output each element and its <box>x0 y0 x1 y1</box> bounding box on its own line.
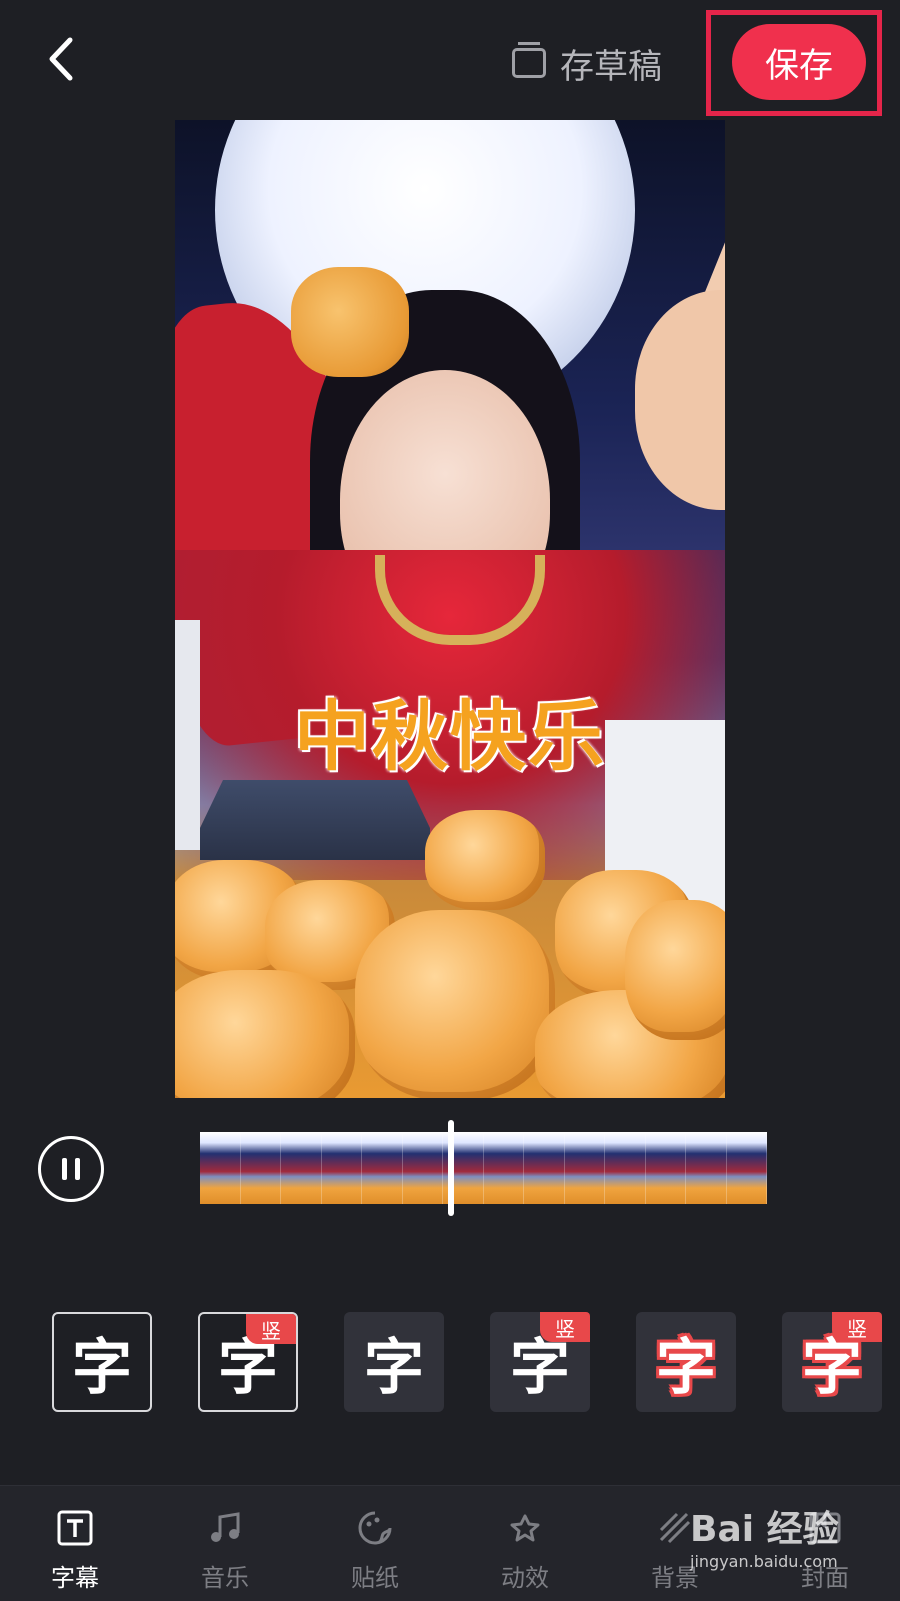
timeline-frame <box>564 1132 605 1204</box>
background-icon <box>655 1508 695 1548</box>
pause-icon <box>62 1158 80 1180</box>
music-icon <box>205 1508 245 1548</box>
timeline-frame <box>726 1132 767 1204</box>
text-style-option-vertical[interactable]: 字 竖 <box>782 1312 882 1412</box>
timeline-frame <box>362 1132 403 1204</box>
timeline-frame <box>524 1132 565 1204</box>
playhead-handle[interactable] <box>448 1120 454 1216</box>
vertical-badge: 竖 <box>540 1312 590 1342</box>
timeline-strip[interactable] <box>200 1132 768 1204</box>
text-style-option[interactable]: 字 <box>636 1312 736 1412</box>
timeline-frame <box>645 1132 686 1204</box>
vertical-badge: 竖 <box>832 1312 882 1342</box>
save-button[interactable]: 保存 <box>732 24 866 100</box>
timeline-frame <box>281 1132 322 1204</box>
text-style-option[interactable]: 字 <box>52 1312 152 1412</box>
timeline-frame <box>605 1132 646 1204</box>
tab-label: 动效 <box>501 1564 549 1592</box>
top-bar: 存草稿 保存 <box>0 0 900 120</box>
chevron-left-icon <box>49 37 73 81</box>
watermark-brand: Bai 经验 <box>690 1509 839 1550</box>
timeline-frame <box>200 1132 241 1204</box>
save-draft-label: 存草稿 <box>560 46 662 87</box>
watermark-url: jingyan.baidu.com <box>690 1552 838 1571</box>
back-button[interactable] <box>38 34 88 84</box>
effect-icon <box>505 1508 545 1548</box>
caption-overlay-text[interactable]: 中秋快乐 <box>175 675 725 785</box>
timeline-frame <box>402 1132 443 1204</box>
video-preview[interactable]: 中秋快乐 <box>175 120 725 1098</box>
sticker-icon <box>355 1508 395 1548</box>
pointing-hand-sticker <box>635 157 725 520</box>
vertical-badge: 竖 <box>246 1314 296 1344</box>
text-icon <box>55 1508 95 1548</box>
tab-sticker[interactable]: 贴纸 <box>300 1486 450 1601</box>
tab-label: 音乐 <box>201 1564 249 1592</box>
baidu-watermark: Bai 经验 jingyan.baidu.com <box>690 1500 890 1590</box>
save-draft-button[interactable]: 存草稿 <box>512 38 662 88</box>
tab-music[interactable]: 音乐 <box>150 1486 300 1601</box>
pause-button[interactable] <box>38 1136 104 1202</box>
timeline-frame <box>686 1132 727 1204</box>
style-preview-char: 字 <box>364 1332 424 1403</box>
text-style-list: 字 字 竖 字 字 竖 字 字 竖 <box>52 1312 882 1412</box>
style-preview-char: 字 <box>656 1332 716 1403</box>
text-style-option[interactable]: 字 <box>344 1312 444 1412</box>
tab-label: 贴纸 <box>351 1564 399 1592</box>
mooncakes-graphic <box>175 810 725 1098</box>
timeline-frame <box>321 1132 362 1204</box>
tab-label: 字幕 <box>51 1564 99 1592</box>
timeline-frame <box>483 1132 524 1204</box>
text-style-option-vertical[interactable]: 字 竖 <box>490 1312 590 1412</box>
text-style-option-vertical[interactable]: 字 竖 <box>198 1312 298 1412</box>
mooncake-graphic <box>291 267 409 377</box>
timeline-frame <box>240 1132 281 1204</box>
tab-effect[interactable]: 动效 <box>450 1486 600 1601</box>
tab-subtitle[interactable]: 字幕 <box>0 1486 150 1601</box>
draft-icon <box>512 42 546 78</box>
style-preview-char: 字 <box>72 1332 132 1403</box>
